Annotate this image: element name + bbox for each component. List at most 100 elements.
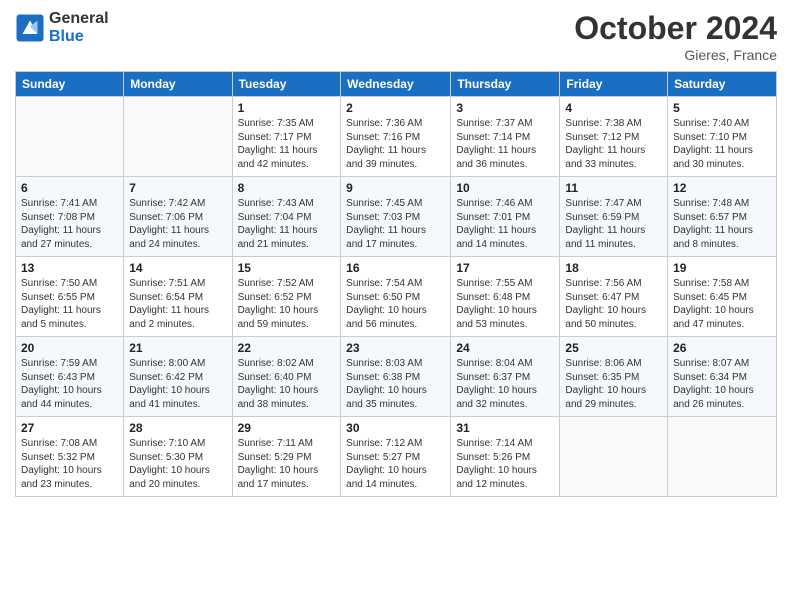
day-number: 19 [673,261,771,275]
day-info: Sunrise: 7:58 AM Sunset: 6:45 PM Dayligh… [673,277,771,331]
day-number: 3 [456,101,554,115]
day-number: 31 [456,421,554,435]
day-cell: 23 Sunrise: 8:03 AM Sunset: 6:38 PM Dayli… [341,337,451,417]
day-number: 27 [21,421,118,435]
day-number: 1 [238,101,336,115]
day-info: Sunrise: 7:54 AM Sunset: 6:50 PM Dayligh… [346,277,445,331]
day-info: Sunrise: 7:52 AM Sunset: 6:52 PM Dayligh… [238,277,336,331]
day-number: 13 [21,261,118,275]
day-number: 7 [129,181,226,195]
day-number: 4 [565,101,662,115]
day-info: Sunrise: 7:51 AM Sunset: 6:54 PM Dayligh… [129,277,226,331]
day-cell: 9 Sunrise: 7:45 AM Sunset: 7:03 PM Daylig… [341,177,451,257]
day-number: 28 [129,421,226,435]
day-info: Sunrise: 7:11 AM Sunset: 5:29 PM Dayligh… [238,437,336,491]
day-number: 9 [346,181,445,195]
day-number: 2 [346,101,445,115]
day-number: 21 [129,341,226,355]
day-number: 30 [346,421,445,435]
day-cell: 7 Sunrise: 7:42 AM Sunset: 7:06 PM Daylig… [124,177,232,257]
title-block: October 2024 Gieres, France [574,10,777,63]
day-info: Sunrise: 7:36 AM Sunset: 7:16 PM Dayligh… [346,117,445,171]
day-number: 14 [129,261,226,275]
logo: General Blue [15,10,109,46]
day-info: Sunrise: 7:56 AM Sunset: 6:47 PM Dayligh… [565,277,662,331]
week-row-2: 6 Sunrise: 7:41 AM Sunset: 7:08 PM Daylig… [16,177,777,257]
day-info: Sunrise: 7:12 AM Sunset: 5:27 PM Dayligh… [346,437,445,491]
week-row-5: 27 Sunrise: 7:08 AM Sunset: 5:32 PM Dayli… [16,417,777,497]
day-info: Sunrise: 8:04 AM Sunset: 6:37 PM Dayligh… [456,357,554,411]
week-row-3: 13 Sunrise: 7:50 AM Sunset: 6:55 PM Dayli… [16,257,777,337]
day-cell: 16Sunrise: 7:54 AM Sunset: 6:50 PM Dayli… [341,257,451,337]
day-number: 18 [565,261,662,275]
day-info: Sunrise: 7:10 AM Sunset: 5:30 PM Dayligh… [129,437,226,491]
day-cell: 24Sunrise: 8:04 AM Sunset: 6:37 PM Dayli… [451,337,560,417]
day-info: Sunrise: 7:47 AM Sunset: 6:59 PM Dayligh… [565,197,662,251]
day-number: 12 [673,181,771,195]
weekday-header-tuesday: Tuesday [232,72,341,97]
day-number: 15 [238,261,336,275]
day-info: Sunrise: 7:45 AM Sunset: 7:03 PM Dayligh… [346,197,445,251]
weekday-header-wednesday: Wednesday [341,72,451,97]
day-number: 25 [565,341,662,355]
day-info: Sunrise: 7:55 AM Sunset: 6:48 PM Dayligh… [456,277,554,331]
header: General Blue October 2024 Gieres, France [15,10,777,63]
day-info: Sunrise: 7:50 AM Sunset: 6:55 PM Dayligh… [21,277,118,331]
day-cell: 15 Sunrise: 7:52 AM Sunset: 6:52 PM Dayli… [232,257,341,337]
day-info: Sunrise: 7:42 AM Sunset: 7:06 PM Dayligh… [129,197,226,251]
day-cell: 4Sunrise: 7:38 AM Sunset: 7:12 PM Daylig… [560,97,668,177]
day-info: Sunrise: 7:43 AM Sunset: 7:04 PM Dayligh… [238,197,336,251]
day-info: Sunrise: 8:00 AM Sunset: 6:42 PM Dayligh… [129,357,226,411]
day-number: 26 [673,341,771,355]
day-cell: 26 Sunrise: 8:07 AM Sunset: 6:34 PM Dayli… [668,337,777,417]
day-cell: 6 Sunrise: 7:41 AM Sunset: 7:08 PM Daylig… [16,177,124,257]
calendar: SundayMondayTuesdayWednesdayThursdayFrid… [15,71,777,497]
weekday-header-row: SundayMondayTuesdayWednesdayThursdayFrid… [16,72,777,97]
weekday-header-sunday: Sunday [16,72,124,97]
day-info: Sunrise: 7:08 AM Sunset: 5:32 PM Dayligh… [21,437,118,491]
day-cell: 3 Sunrise: 7:37 AM Sunset: 7:14 PM Daylig… [451,97,560,177]
day-cell: 20Sunrise: 7:59 AM Sunset: 6:43 PM Dayli… [16,337,124,417]
logo-icon [15,13,45,43]
day-number: 5 [673,101,771,115]
day-cell: 8 Sunrise: 7:43 AM Sunset: 7:04 PM Daylig… [232,177,341,257]
logo-text: General Blue [49,10,109,46]
day-info: Sunrise: 7:46 AM Sunset: 7:01 PM Dayligh… [456,197,554,251]
day-info: Sunrise: 8:03 AM Sunset: 6:38 PM Dayligh… [346,357,445,411]
day-number: 17 [456,261,554,275]
day-number: 8 [238,181,336,195]
day-cell: 30 Sunrise: 7:12 AM Sunset: 5:27 PM Dayli… [341,417,451,497]
day-number: 6 [21,181,118,195]
day-cell: 22Sunrise: 8:02 AM Sunset: 6:40 PM Dayli… [232,337,341,417]
day-number: 10 [456,181,554,195]
day-cell: 10 Sunrise: 7:46 AM Sunset: 7:01 PM Dayli… [451,177,560,257]
day-cell: 25Sunrise: 8:06 AM Sunset: 6:35 PM Dayli… [560,337,668,417]
day-number: 23 [346,341,445,355]
day-cell: 18 Sunrise: 7:56 AM Sunset: 6:47 PM Dayli… [560,257,668,337]
day-cell [668,417,777,497]
day-cell: 12 Sunrise: 7:48 AM Sunset: 6:57 PM Dayli… [668,177,777,257]
weekday-header-friday: Friday [560,72,668,97]
day-info: Sunrise: 7:40 AM Sunset: 7:10 PM Dayligh… [673,117,771,171]
day-info: Sunrise: 7:37 AM Sunset: 7:14 PM Dayligh… [456,117,554,171]
day-cell [124,97,232,177]
month-title: October 2024 [574,10,777,47]
weekday-header-monday: Monday [124,72,232,97]
day-info: Sunrise: 7:48 AM Sunset: 6:57 PM Dayligh… [673,197,771,251]
day-cell: 28 Sunrise: 7:10 AM Sunset: 5:30 PM Dayli… [124,417,232,497]
day-cell [560,417,668,497]
day-cell: 13 Sunrise: 7:50 AM Sunset: 6:55 PM Dayli… [16,257,124,337]
day-cell: 5 Sunrise: 7:40 AM Sunset: 7:10 PM Daylig… [668,97,777,177]
day-cell: 29Sunrise: 7:11 AM Sunset: 5:29 PM Dayli… [232,417,341,497]
location: Gieres, France [574,47,777,63]
day-cell: 1 Sunrise: 7:35 AM Sunset: 7:17 PM Daylig… [232,97,341,177]
day-info: Sunrise: 7:41 AM Sunset: 7:08 PM Dayligh… [21,197,118,251]
day-cell: 19 Sunrise: 7:58 AM Sunset: 6:45 PM Dayli… [668,257,777,337]
week-row-1: 1 Sunrise: 7:35 AM Sunset: 7:17 PM Daylig… [16,97,777,177]
day-cell: 17 Sunrise: 7:55 AM Sunset: 6:48 PM Dayli… [451,257,560,337]
page: General Blue October 2024 Gieres, France… [0,0,792,612]
day-cell: 11 Sunrise: 7:47 AM Sunset: 6:59 PM Dayli… [560,177,668,257]
day-info: Sunrise: 7:35 AM Sunset: 7:17 PM Dayligh… [238,117,336,171]
day-number: 11 [565,181,662,195]
day-info: Sunrise: 8:07 AM Sunset: 6:34 PM Dayligh… [673,357,771,411]
